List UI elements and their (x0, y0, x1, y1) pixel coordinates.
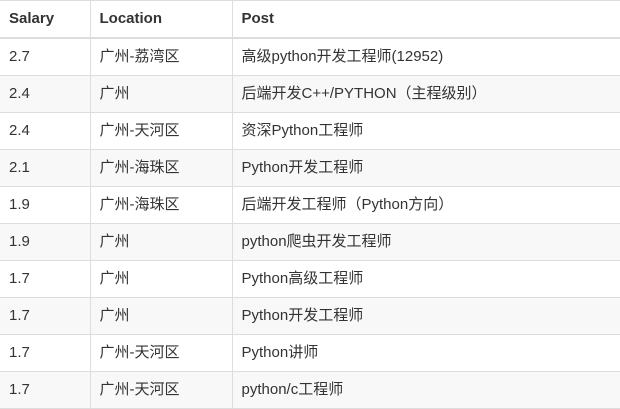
table-row: 1.7 广州 Python高级工程师 (0, 260, 620, 298)
post-cell: 资深Python工程师 (231, 112, 620, 150)
table-body: 2.7 广州-荔湾区 高级python开发工程师(12952) 2.4 广州 后… (0, 37, 620, 409)
salary-cell: 2.4 (0, 112, 91, 150)
location-cell: 广州-天河区 (89, 371, 233, 409)
location-cell: 广州 (89, 260, 233, 298)
salary-cell: 1.9 (0, 186, 91, 224)
post-cell: 后端开发C++/PYTHON（主程级别） (231, 75, 620, 113)
post-cell: 后端开发工程师（Python方向） (231, 186, 620, 224)
post-cell: Python高级工程师 (231, 260, 620, 298)
post-cell: Python讲师 (231, 334, 620, 372)
salary-cell: 1.7 (0, 260, 91, 298)
location-cell: 广州-天河区 (89, 112, 233, 150)
table-row: 2.4 广州 后端开发C++/PYTHON（主程级别） (0, 75, 620, 113)
post-cell: Python开发工程师 (231, 297, 620, 335)
post-cell: python/c工程师 (231, 371, 620, 409)
post-cell: python爬虫开发工程师 (231, 223, 620, 261)
column-header-salary: Salary (0, 0, 91, 39)
table-row: 1.7 广州-天河区 python/c工程师 (0, 371, 620, 409)
post-cell: 高级python开发工程师(12952) (231, 37, 620, 76)
salary-cell: 1.7 (0, 371, 91, 409)
header-row: Salary Location Post (0, 0, 620, 39)
location-cell: 广州-荔湾区 (89, 37, 233, 76)
salary-cell: 2.4 (0, 75, 91, 113)
location-cell: 广州-海珠区 (89, 186, 233, 224)
table-row: 2.1 广州-海珠区 Python开发工程师 (0, 149, 620, 187)
salary-cell: 2.1 (0, 149, 91, 187)
table-row: 1.7 广州-天河区 Python讲师 (0, 334, 620, 372)
location-cell: 广州 (89, 297, 233, 335)
table-header: Salary Location Post (0, 0, 620, 39)
table-row: 1.9 广州 python爬虫开发工程师 (0, 223, 620, 261)
column-header-post: Post (231, 0, 620, 39)
location-cell: 广州 (89, 75, 233, 113)
post-cell: Python开发工程师 (231, 149, 620, 187)
column-header-location: Location (89, 0, 233, 39)
location-cell: 广州 (89, 223, 233, 261)
table-row: 2.7 广州-荔湾区 高级python开发工程师(12952) (0, 37, 620, 76)
location-cell: 广州-天河区 (89, 334, 233, 372)
salary-cell: 1.9 (0, 223, 91, 261)
table-row: 1.7 广州 Python开发工程师 (0, 297, 620, 335)
table-row: 1.9 广州-海珠区 后端开发工程师（Python方向） (0, 186, 620, 224)
salary-cell: 1.7 (0, 334, 91, 372)
salary-cell: 1.7 (0, 297, 91, 335)
salary-table: Salary Location Post 2.7 广州-荔湾区 高级python… (0, 0, 620, 409)
location-cell: 广州-海珠区 (89, 149, 233, 187)
salary-cell: 2.7 (0, 37, 91, 76)
table-row: 2.4 广州-天河区 资深Python工程师 (0, 112, 620, 150)
